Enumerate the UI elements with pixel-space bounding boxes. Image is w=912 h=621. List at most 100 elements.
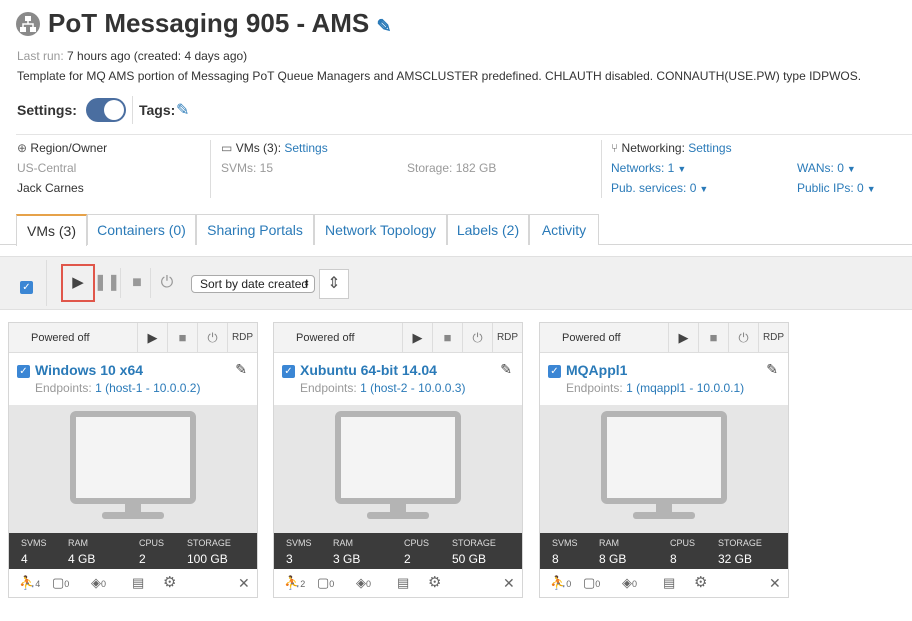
users-icon[interactable]: ⛹4 xyxy=(19,575,40,591)
tab-activity[interactable]: Activity xyxy=(529,214,599,245)
caret-down-icon: ▼ xyxy=(866,184,876,194)
pause-all-button[interactable]: ❚❚ xyxy=(92,268,122,298)
disk-icon[interactable]: ▤ xyxy=(397,575,409,591)
wans-dropdown[interactable]: WANs: 0 ▼ xyxy=(797,161,856,175)
tab-vms[interactable]: VMs (3) xyxy=(16,214,87,246)
play-icon: ▶ xyxy=(678,330,689,345)
vm-stop-button[interactable]: ■ xyxy=(698,323,728,353)
vm-svms-value: 3 xyxy=(286,552,293,566)
public-ips-dropdown[interactable]: Public IPs: 0 ▼ xyxy=(797,181,876,195)
vm-start-button[interactable]: ▶ xyxy=(402,323,432,353)
edit-vm-pencil-icon[interactable]: ✎ xyxy=(500,361,512,378)
endpoints-link[interactable]: 1 (host-2 - 10.0.0.3) xyxy=(360,381,465,395)
play-icon: ▶ xyxy=(147,330,158,345)
vm-name-link[interactable]: MQAppl1 xyxy=(566,362,627,378)
edit-title-pencil-icon[interactable]: ✎ xyxy=(376,16,391,36)
stop-all-button[interactable]: ■ xyxy=(122,268,152,298)
vm-start-button[interactable]: ▶ xyxy=(137,323,167,353)
comments-icon[interactable]: ▢0 xyxy=(317,575,334,591)
settings-toggle[interactable] xyxy=(86,98,126,122)
vm-card-header: Powered off ▶ ■ ⏻ RDP xyxy=(274,323,522,353)
vm-rdp-button[interactable]: RDP xyxy=(492,323,522,353)
vms-settings-link[interactable]: Settings xyxy=(284,141,327,155)
select-all-checkbox[interactable]: ✓ xyxy=(20,277,33,295)
power-icon: ⏻ xyxy=(738,330,749,345)
tab-labels[interactable]: Labels (2) xyxy=(447,214,529,245)
tags-label: Tags: xyxy=(139,102,176,118)
stop-icon: ■ xyxy=(132,274,142,291)
vm-cpus-value: 2 xyxy=(404,552,411,566)
vm-stop-button[interactable]: ■ xyxy=(167,323,197,353)
network-fork-icon: ⑂ xyxy=(611,141,619,155)
tags-icon[interactable]: ◈0 xyxy=(622,575,637,591)
vm-svms-value: 8 xyxy=(552,552,559,566)
vm-select-checkbox[interactable]: ✓ xyxy=(548,365,561,378)
sort-direction-button[interactable]: ⇕ xyxy=(319,269,349,299)
vm-name-link[interactable]: Windows 10 x64 xyxy=(35,362,143,378)
users-icon[interactable]: ⛹2 xyxy=(284,575,305,591)
vm-ram-value: 4 GB xyxy=(68,552,96,566)
vm-storage-value: 100 GB xyxy=(187,552,228,566)
edit-vm-pencil-icon[interactable]: ✎ xyxy=(766,361,778,378)
start-all-button[interactable]: ▶ xyxy=(61,264,95,302)
edit-vm-pencil-icon[interactable]: ✎ xyxy=(235,361,247,378)
vm-shutdown-button[interactable]: ⏻ xyxy=(197,323,227,353)
tags-icon[interactable]: ◈0 xyxy=(91,575,106,591)
comments-icon[interactable]: ▢0 xyxy=(583,575,600,591)
shutdown-all-button[interactable]: ⏻ xyxy=(152,268,182,298)
tab-containers[interactable]: Containers (0) xyxy=(87,214,196,245)
endpoints-link[interactable]: 1 (mqappl1 - 10.0.0.1) xyxy=(626,381,744,395)
vm-console-thumbnail[interactable] xyxy=(274,405,522,533)
tags-icon[interactable]: ◈0 xyxy=(356,575,371,591)
networks-dropdown[interactable]: Networks: 1 ▼ xyxy=(611,161,686,175)
edit-tags-pencil-icon[interactable]: ✎ xyxy=(176,100,189,120)
vm-card-footer: ⛹0 ▢0 ◈0 ▤ ⚙ ✕ xyxy=(540,569,788,597)
close-icon[interactable]: ✕ xyxy=(238,575,250,592)
vm-console-thumbnail[interactable] xyxy=(540,405,788,533)
vm-card-header: Powered off ▶ ■ ⏻ RDP xyxy=(9,323,257,353)
power-icon: ⏻ xyxy=(207,330,218,345)
tab-network-topology[interactable]: Network Topology xyxy=(314,214,447,245)
vm-console-thumbnail[interactable] xyxy=(9,405,257,533)
sort-select[interactable]: Sort by date created ⬍ xyxy=(191,275,315,293)
users-icon[interactable]: ⛹0 xyxy=(550,575,571,591)
vm-select-checkbox[interactable]: ✓ xyxy=(282,365,295,378)
vm-select-checkbox[interactable]: ✓ xyxy=(17,365,30,378)
page-title-text: PoT Messaging 905 - AMS xyxy=(48,8,370,38)
gear-icon[interactable]: ⚙ xyxy=(428,573,441,591)
vm-shutdown-button[interactable]: ⏻ xyxy=(462,323,492,353)
endpoints-link[interactable]: 1 (host-1 - 10.0.0.2) xyxy=(95,381,200,395)
close-icon[interactable]: ✕ xyxy=(769,575,781,592)
monitor-icon: ▭ xyxy=(221,141,233,155)
vm-rdp-button[interactable]: RDP xyxy=(227,323,257,353)
monitor-icon xyxy=(601,411,727,504)
tab-sharing-portals[interactable]: Sharing Portals xyxy=(196,214,314,245)
vm-start-button[interactable]: ▶ xyxy=(668,323,698,353)
pub-services-dropdown[interactable]: Pub. services: 0 ▼ xyxy=(611,181,708,195)
comments-icon[interactable]: ▢0 xyxy=(52,575,69,591)
vm-rdp-button[interactable]: RDP xyxy=(758,323,788,353)
last-run-label: Last run: xyxy=(17,49,64,63)
vms-header: ▭ VMs (3): Settings xyxy=(221,141,328,155)
stop-icon: ■ xyxy=(178,330,187,345)
vm-name-link[interactable]: Xubuntu 64-bit 14.04 xyxy=(300,362,437,378)
environment-icon xyxy=(16,12,40,36)
disk-icon[interactable]: ▤ xyxy=(663,575,675,591)
gear-icon[interactable]: ⚙ xyxy=(694,573,707,591)
gear-icon[interactable]: ⚙ xyxy=(163,573,176,591)
networking-settings-link[interactable]: Settings xyxy=(688,141,731,155)
vm-card: Powered off ▶ ■ ⏻ RDP ✓ Xubuntu 64-bit 1… xyxy=(273,322,523,598)
monitor-icon xyxy=(70,411,196,504)
close-icon[interactable]: ✕ xyxy=(503,575,515,592)
play-icon: ▶ xyxy=(72,274,84,291)
svms-count: SVMs: 15 xyxy=(221,161,274,175)
power-icon: ⏻ xyxy=(160,274,174,291)
vm-stop-button[interactable]: ■ xyxy=(432,323,462,353)
vm-card-footer: ⛹2 ▢0 ◈0 ▤ ⚙ ✕ xyxy=(274,569,522,597)
vm-card: Powered off ▶ ■ ⏻ RDP ✓ Windows 10 x64 ✎… xyxy=(8,322,258,598)
globe-icon: ⊕ xyxy=(17,141,28,155)
disk-icon[interactable]: ▤ xyxy=(132,575,144,591)
monitor-icon xyxy=(335,411,461,504)
vm-shutdown-button[interactable]: ⏻ xyxy=(728,323,758,353)
sort-direction-icon: ⇕ xyxy=(327,275,341,292)
